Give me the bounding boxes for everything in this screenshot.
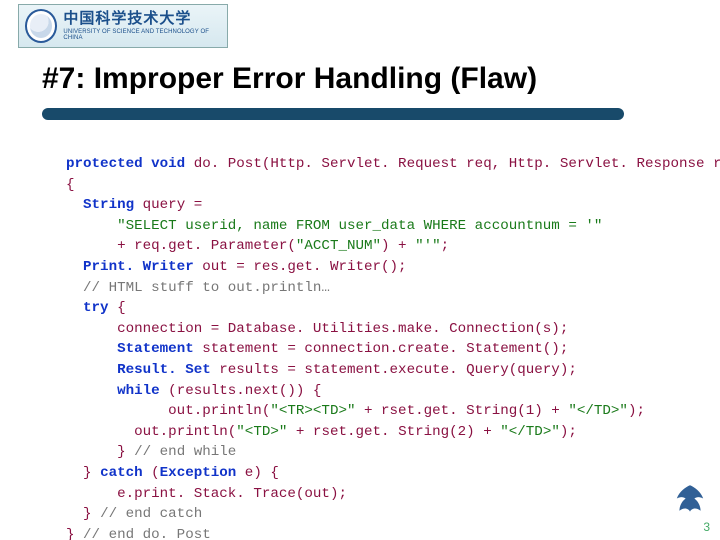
university-logo-bar: 中国科学技术大学 UNIVERSITY OF SCIENCE AND TECHN… bbox=[18, 4, 228, 48]
code-text: } bbox=[83, 465, 100, 481]
code-text: e) { bbox=[236, 465, 279, 481]
code-kw: Print. Writer bbox=[83, 259, 194, 275]
university-seal-icon bbox=[25, 9, 57, 43]
code-text: (results.next()) { bbox=[160, 383, 322, 399]
code-text: } bbox=[66, 527, 83, 540]
code-text: out.println( bbox=[134, 424, 236, 440]
code-comment: // end do. Post bbox=[83, 527, 211, 540]
code-kw: while bbox=[117, 383, 160, 399]
code-text: } bbox=[83, 506, 100, 522]
code-text: e.print. Stack. Trace(out); bbox=[117, 486, 347, 502]
code-str: "ACCT_NUM" bbox=[296, 238, 381, 254]
code-str: "SELECT userid, name FROM user_data WHER… bbox=[117, 218, 602, 234]
code-text: ; bbox=[441, 238, 450, 254]
code-kw: void bbox=[151, 156, 185, 172]
code-text: ) + bbox=[381, 238, 415, 254]
code-str: "'" bbox=[415, 238, 441, 254]
code-kw: catch bbox=[100, 465, 143, 481]
code-text: results = statement.execute. Query(query… bbox=[219, 362, 577, 378]
code-kw: Statement bbox=[117, 341, 194, 357]
code-kw: protected bbox=[66, 156, 143, 172]
code-text: + req.get. Parameter( bbox=[117, 238, 296, 254]
university-name-cn: 中国科学技术大学 bbox=[63, 12, 221, 27]
code-comment: // end catch bbox=[100, 506, 202, 522]
code-kw: try bbox=[83, 300, 109, 316]
code-text: { bbox=[109, 300, 126, 316]
code-text: + rset.get. String(1) + bbox=[355, 403, 568, 419]
code-str: "<TD>" bbox=[236, 424, 287, 440]
code-text: ); bbox=[560, 424, 577, 440]
code-kw: String bbox=[83, 197, 134, 213]
university-logo-text: 中国科学技术大学 UNIVERSITY OF SCIENCE AND TECHN… bbox=[63, 12, 221, 41]
page-number: 3 bbox=[703, 520, 710, 534]
eagle-watermark-icon bbox=[668, 480, 712, 524]
code-comment: // end while bbox=[134, 444, 236, 460]
code-str: "<TR><TD>" bbox=[270, 403, 355, 419]
code-str: "</TD>" bbox=[500, 424, 560, 440]
code-kw: Result. Set bbox=[117, 362, 211, 378]
code-text: ( bbox=[143, 465, 160, 481]
code-text: query = bbox=[143, 197, 203, 213]
code-text: statement = connection.create. Statement… bbox=[202, 341, 568, 357]
code-text: out = res.get. Writer(); bbox=[202, 259, 406, 275]
code-text: + rset.get. String(2) + bbox=[287, 424, 500, 440]
code-text: ); bbox=[628, 403, 645, 419]
code-str: "</TD>" bbox=[568, 403, 628, 419]
code-text: out.println( bbox=[168, 403, 270, 419]
slide-title: #7: Improper Error Handling (Flaw) bbox=[42, 62, 537, 96]
code-comment: // HTML stuff to out.println… bbox=[83, 280, 330, 296]
code-text: } bbox=[117, 444, 134, 460]
code-text: { bbox=[66, 177, 75, 193]
code-text: do. Post(Http. Servlet. Request req, Htt… bbox=[194, 156, 720, 172]
code-kw: Exception bbox=[160, 465, 237, 481]
university-name-en: UNIVERSITY OF SCIENCE AND TECHNOLOGY OF … bbox=[63, 29, 221, 41]
code-block: protected void do. Post(Http. Servlet. R… bbox=[66, 154, 690, 540]
title-underline bbox=[42, 108, 624, 120]
code-text: connection = Database. Utilities.make. C… bbox=[117, 321, 568, 337]
